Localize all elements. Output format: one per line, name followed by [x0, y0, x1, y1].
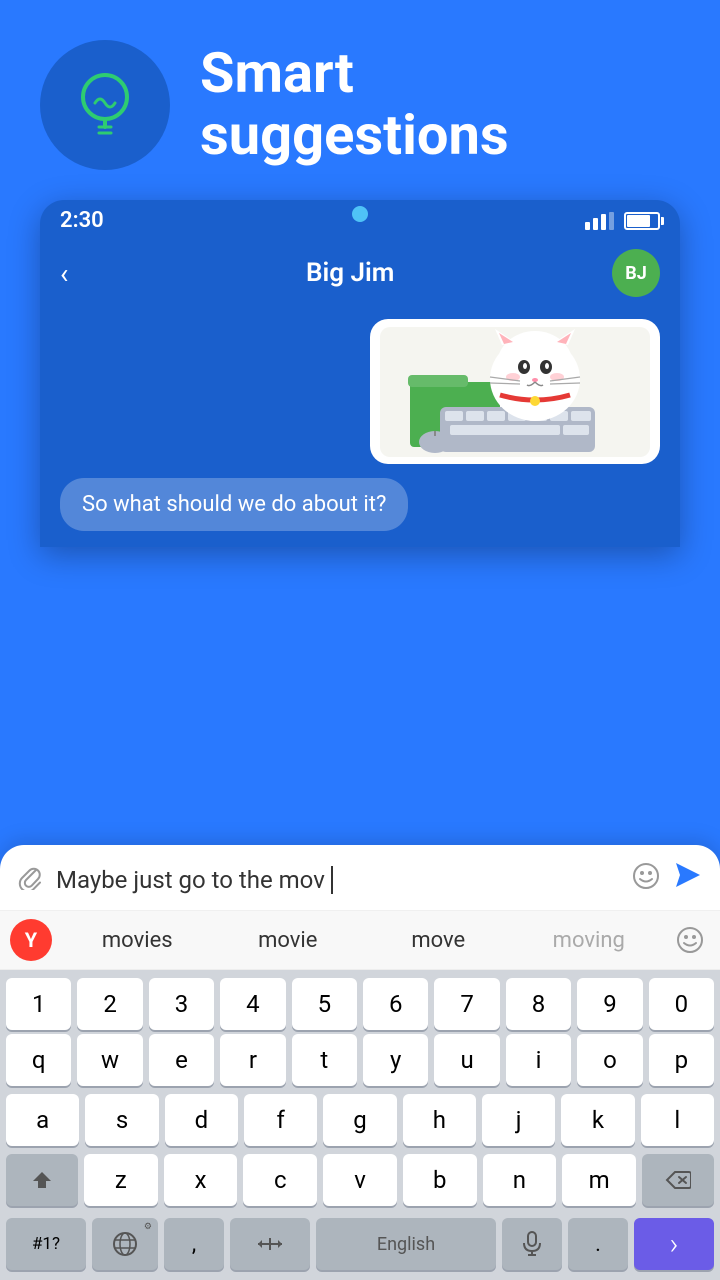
key-8[interactable]: 8: [506, 978, 571, 1030]
key-m[interactable]: m: [562, 1154, 636, 1206]
key-a[interactable]: a: [6, 1094, 79, 1146]
bulb-icon-container: [40, 40, 170, 170]
sticker-bubble: [370, 319, 660, 464]
key-s[interactable]: s: [85, 1094, 158, 1146]
key-p[interactable]: p: [649, 1034, 714, 1086]
send-button[interactable]: [672, 859, 704, 900]
key-w[interactable]: w: [77, 1034, 142, 1086]
key-u[interactable]: u: [434, 1034, 499, 1086]
suggestion-emoji-icon[interactable]: [670, 920, 710, 960]
comma-key[interactable]: ,: [164, 1218, 224, 1270]
key-t[interactable]: t: [292, 1034, 357, 1086]
key-7[interactable]: 7: [434, 978, 499, 1030]
key-j[interactable]: j: [482, 1094, 555, 1146]
suggestion-movies[interactable]: movies: [62, 924, 213, 957]
key-k[interactable]: k: [561, 1094, 634, 1146]
move-key[interactable]: [230, 1218, 310, 1270]
chat-header: ‹ Big Jim BJ: [40, 241, 680, 309]
key-2[interactable]: 2: [77, 978, 142, 1030]
shift-key[interactable]: [6, 1154, 78, 1206]
key-9[interactable]: 9: [577, 978, 642, 1030]
chat-content: So what should we do about it?: [40, 309, 680, 547]
suggestion-moving[interactable]: moving: [514, 924, 665, 957]
mic-key[interactable]: [502, 1218, 562, 1270]
avatar: BJ: [612, 249, 660, 297]
input-row: Maybe just go to the mov: [0, 845, 720, 911]
chat-contact-name: Big Jim: [88, 258, 612, 288]
key-q[interactable]: q: [6, 1034, 71, 1086]
key-b[interactable]: b: [403, 1154, 477, 1206]
key-o[interactable]: o: [577, 1034, 642, 1086]
emoji-icon[interactable]: [632, 862, 660, 897]
key-5[interactable]: 5: [292, 978, 357, 1030]
backspace-key[interactable]: [642, 1154, 714, 1206]
yandex-logo: Y: [10, 919, 52, 961]
cat-sticker: [380, 327, 650, 457]
key-rows: q w e r t y u i o p a s d f g h j k l: [0, 1034, 720, 1212]
key-l[interactable]: l: [641, 1094, 714, 1146]
key-0[interactable]: 0: [649, 978, 714, 1030]
status-bar: 2:30: [40, 200, 680, 241]
globe-icon: [112, 1231, 138, 1257]
signal-icon: [585, 212, 614, 230]
key-4[interactable]: 4: [220, 978, 285, 1030]
phone-mockup: 2:30 ‹ Big Jim BJ: [40, 200, 680, 547]
key-row-1: q w e r t y u i o p: [6, 1034, 714, 1086]
status-time: 2:30: [60, 208, 104, 233]
bottom-row: #1? ⚙ , English: [0, 1212, 720, 1280]
key-c[interactable]: c: [243, 1154, 317, 1206]
battery-icon: [624, 212, 660, 230]
bulb-icon: [65, 65, 145, 145]
next-key[interactable]: ›: [634, 1218, 714, 1270]
key-h[interactable]: h: [403, 1094, 476, 1146]
suggestion-move[interactable]: move: [363, 924, 514, 957]
header-section: Smartsuggestions: [0, 0, 720, 190]
incoming-message: So what should we do about it?: [60, 478, 408, 531]
key-1[interactable]: 1: [6, 978, 71, 1030]
num-sym-key[interactable]: #1?: [6, 1218, 86, 1270]
key-r[interactable]: r: [220, 1034, 285, 1086]
key-n[interactable]: n: [483, 1154, 557, 1206]
status-right: [585, 212, 660, 230]
key-e[interactable]: e: [149, 1034, 214, 1086]
status-dot: [352, 206, 368, 222]
globe-key[interactable]: ⚙: [92, 1218, 158, 1270]
key-3[interactable]: 3: [149, 978, 214, 1030]
text-input[interactable]: Maybe just go to the mov: [56, 866, 620, 894]
key-v[interactable]: v: [323, 1154, 397, 1206]
number-row: 1 2 3 4 5 6 7 8 9 0: [0, 970, 720, 1034]
key-i[interactable]: i: [506, 1034, 571, 1086]
key-6[interactable]: 6: [363, 978, 428, 1030]
key-d[interactable]: d: [165, 1094, 238, 1146]
header-title: Smartsuggestions: [200, 43, 509, 166]
key-y[interactable]: y: [363, 1034, 428, 1086]
key-z[interactable]: z: [84, 1154, 158, 1206]
suggestion-movie[interactable]: movie: [213, 924, 364, 957]
spacebar[interactable]: English: [316, 1218, 496, 1270]
key-row-3: z x c v b n m: [6, 1154, 714, 1206]
key-x[interactable]: x: [164, 1154, 238, 1206]
key-row-2: a s d f g h j k l: [6, 1094, 714, 1146]
period-key[interactable]: .: [568, 1218, 628, 1270]
key-f[interactable]: f: [244, 1094, 317, 1146]
suggestions-row: Y movies movie move moving: [0, 911, 720, 970]
keyboard-container: Maybe just go to the mov Y movies movie …: [0, 845, 720, 1280]
attach-icon[interactable]: [16, 862, 44, 897]
key-g[interactable]: g: [323, 1094, 396, 1146]
move-icon: [256, 1234, 284, 1254]
mic-icon: [521, 1231, 543, 1257]
back-button[interactable]: ‹: [60, 257, 68, 290]
